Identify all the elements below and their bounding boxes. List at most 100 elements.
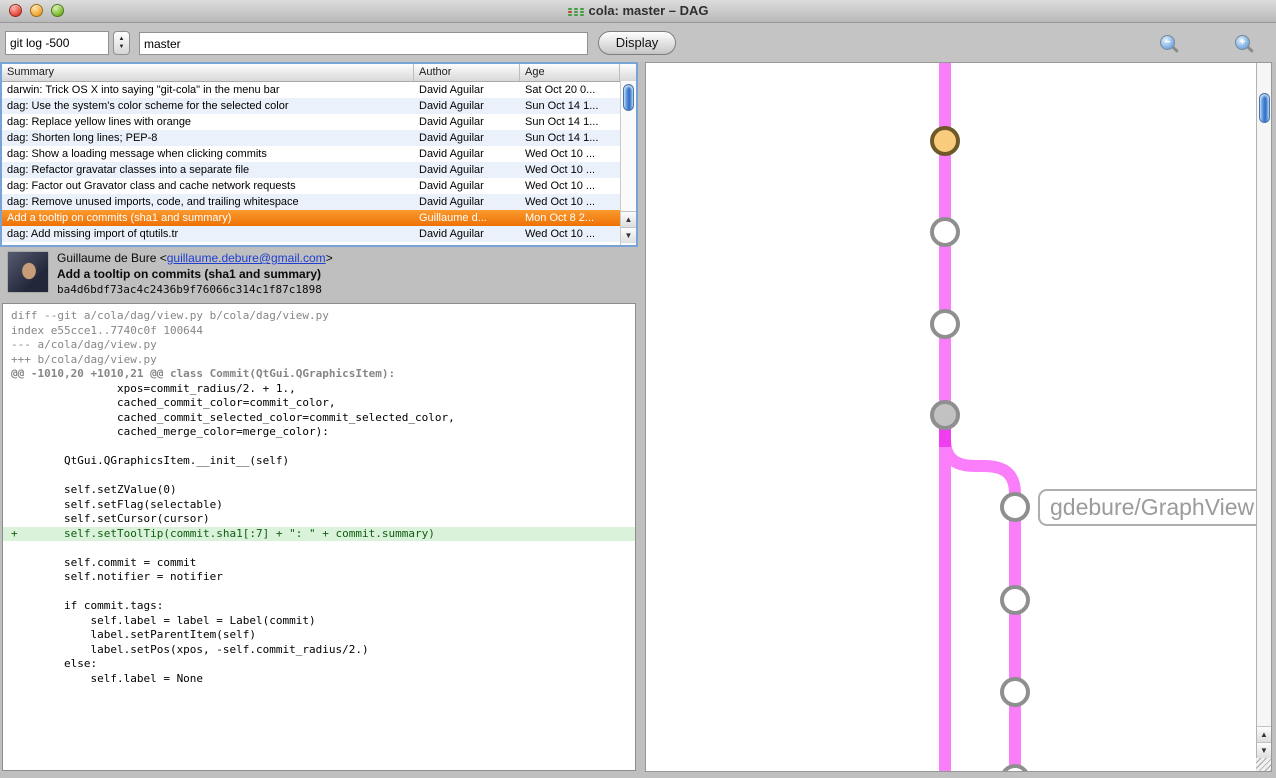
selected-commit-node[interactable] bbox=[932, 402, 958, 428]
table-scrollbar[interactable]: ▲ ▼ bbox=[620, 81, 636, 245]
cell-summary: dag: Factor out Gravator class and cache… bbox=[2, 180, 414, 192]
dag-graph-svg bbox=[646, 63, 1271, 771]
log-command-input[interactable] bbox=[5, 31, 109, 55]
cell-summary: dag: Remove unused imports, code, and tr… bbox=[2, 196, 414, 208]
git-cola-icon bbox=[568, 8, 584, 17]
scroll-down-icon[interactable]: ▼ bbox=[1257, 742, 1271, 758]
cell-age: Wed Oct 10 ... bbox=[520, 164, 624, 176]
diff-line-blank bbox=[11, 469, 627, 484]
scroll-down-icon[interactable]: ▼ bbox=[621, 227, 636, 243]
commit-subject: Add a tooltip on commits (sha1 and summa… bbox=[57, 266, 333, 282]
commit-node[interactable] bbox=[932, 311, 958, 337]
table-row[interactable]: dag: Show a loading message when clickin… bbox=[2, 146, 636, 162]
table-row[interactable]: dag: Add missing import of qtutils.trDav… bbox=[2, 226, 636, 242]
cell-summary: darwin: Trick OS X into saying "git-cola… bbox=[2, 84, 414, 96]
scroll-up-icon[interactable]: ▲ bbox=[1257, 726, 1271, 742]
cell-summary: Add a tooltip on commits (sha1 and summa… bbox=[2, 212, 414, 224]
cell-age: Wed Oct 10 ... bbox=[520, 196, 624, 208]
angle-close: > bbox=[326, 251, 333, 265]
table-row[interactable]: darwin: Trick OS X into saying "git-cola… bbox=[2, 82, 636, 98]
diff-line-hunk: @@ -1010,20 +1010,21 @@ class Commit(QtG… bbox=[11, 367, 627, 382]
cell-summary: dag: Add missing import of qtutils.tr bbox=[2, 228, 414, 240]
cell-age: Mon Oct 8 2... bbox=[520, 212, 624, 224]
commit-details-panel: Guillaume de Bure <guillaume.debure@gmai… bbox=[0, 249, 638, 302]
zoom-window-button[interactable] bbox=[51, 4, 64, 17]
ref-input[interactable] bbox=[139, 32, 588, 55]
cell-summary: dag: Shorten long lines; PEP-8 bbox=[2, 132, 414, 144]
graph-scrollbar[interactable]: ▲ ▼ bbox=[1256, 63, 1271, 771]
diff-line-context: if commit.tags: bbox=[11, 599, 627, 614]
stepper-up-icon[interactable]: ▲ bbox=[119, 35, 125, 43]
table-row[interactable]: dag: Refactor gravatar classes into a se… bbox=[2, 162, 636, 178]
commit-node[interactable] bbox=[1002, 494, 1028, 520]
window-title: cola: master – DAG bbox=[0, 0, 1276, 22]
commit-node[interactable] bbox=[932, 219, 958, 245]
table-row[interactable]: dag: Shorten long lines; PEP-8David Agui… bbox=[2, 130, 636, 146]
cell-age: Sun Oct 14 1... bbox=[520, 100, 624, 112]
dag-graph-canvas[interactable]: gdebure/GraphView ▲ ▼ bbox=[645, 62, 1272, 772]
current-commit-node[interactable] bbox=[932, 128, 958, 154]
column-header-summary[interactable]: Summary bbox=[2, 64, 414, 81]
commit-list[interactable]: Summary Author Age darwin: Trick OS X in… bbox=[0, 62, 638, 247]
commit-sha1: ba4d6bdf73ac4c2436b9f76066c314c1f87c1898 bbox=[57, 282, 333, 298]
diff-line-context: cached_merge_color=merge_color): bbox=[11, 425, 627, 440]
diff-viewer[interactable]: diff --git a/cola/dag/view.py b/cola/dag… bbox=[2, 303, 636, 771]
cell-summary: dag: Show a loading message when clickin… bbox=[2, 148, 414, 160]
author-name: Guillaume de Bure bbox=[57, 251, 156, 265]
app-window: { "window": { "title": "cola: master – D… bbox=[0, 0, 1276, 778]
scroll-up-icon[interactable]: ▲ bbox=[621, 211, 636, 227]
branch-ref-label[interactable]: gdebure/GraphView bbox=[1038, 489, 1272, 526]
commit-list-header: Summary Author Age bbox=[2, 64, 636, 82]
zoom-in-icon[interactable]: + bbox=[1235, 35, 1250, 50]
log-count-stepper[interactable]: ▲ ▼ bbox=[113, 31, 130, 55]
table-row[interactable]: Add a tooltip on commits (sha1 and summa… bbox=[2, 210, 636, 226]
window-title-text: cola: master – DAG bbox=[589, 3, 709, 18]
diff-line-header: --- a/cola/dag/view.py bbox=[11, 338, 627, 353]
table-scrollbar-thumb[interactable] bbox=[623, 84, 634, 111]
diff-line-context: QtGui.QGraphicsItem.__init__(self) bbox=[11, 454, 627, 469]
size-grip[interactable] bbox=[1256, 758, 1271, 771]
table-row[interactable]: dag: Factor out Gravator class and cache… bbox=[2, 178, 636, 194]
cell-author: David Aguilar bbox=[414, 148, 520, 160]
cell-author: David Aguilar bbox=[414, 100, 520, 112]
cell-author: David Aguilar bbox=[414, 116, 520, 128]
commit-node[interactable] bbox=[1002, 587, 1028, 613]
column-header-age[interactable]: Age bbox=[520, 64, 620, 81]
diff-line-header: index e55cce1..7740c0f 100644 bbox=[11, 324, 627, 339]
diff-line-blank bbox=[11, 585, 627, 600]
table-row[interactable]: dag: Use the system's color scheme for t… bbox=[2, 98, 636, 114]
table-row[interactable]: dag: Replace yellow lines with orangeDav… bbox=[2, 114, 636, 130]
commit-node[interactable] bbox=[1002, 766, 1028, 771]
diff-line-header: +++ b/cola/dag/view.py bbox=[11, 353, 627, 368]
stepper-down-icon[interactable]: ▼ bbox=[119, 43, 125, 51]
cell-summary: dag: Refactor gravatar classes into a se… bbox=[2, 164, 414, 176]
graph-scrollbar-thumb[interactable] bbox=[1259, 93, 1270, 123]
close-window-button[interactable] bbox=[9, 4, 22, 17]
cell-author: David Aguilar bbox=[414, 132, 520, 144]
title-bar: cola: master – DAG bbox=[0, 0, 1276, 23]
diff-line-blank bbox=[11, 440, 627, 455]
cell-summary: dag: Replace yellow lines with orange bbox=[2, 116, 414, 128]
column-header-stub bbox=[620, 64, 636, 81]
display-button[interactable]: Display bbox=[598, 31, 676, 55]
diff-line-context: label.setPos(xpos, -self.commit_radius/2… bbox=[11, 643, 627, 658]
cell-summary: dag: Use the system's color scheme for t… bbox=[2, 100, 414, 112]
minimize-window-button[interactable] bbox=[30, 4, 43, 17]
toolbar: ▲ ▼ Display − + bbox=[0, 23, 1276, 62]
diff-line-context: self.commit = commit bbox=[11, 556, 627, 571]
diff-line-context: cached_commit_color=commit_color, bbox=[11, 396, 627, 411]
angle-open: < bbox=[160, 251, 167, 265]
diff-line-blank bbox=[11, 541, 627, 556]
author-email-link[interactable]: guillaume.debure@gmail.com bbox=[167, 251, 326, 265]
minus-glyph: − bbox=[1161, 36, 1174, 49]
diff-line-context: self.label = label = Label(commit) bbox=[11, 614, 627, 629]
cell-author: Guillaume d... bbox=[414, 212, 520, 224]
cell-age: Sat Oct 20 0... bbox=[520, 84, 624, 96]
table-row[interactable]: dag: Remove unused imports, code, and tr… bbox=[2, 194, 636, 210]
cell-author: David Aguilar bbox=[414, 164, 520, 176]
cell-age: Wed Oct 10 ... bbox=[520, 148, 624, 160]
zoom-out-icon[interactable]: − bbox=[1160, 35, 1175, 50]
commit-node[interactable] bbox=[1002, 679, 1028, 705]
cell-age: Sun Oct 14 1... bbox=[520, 116, 624, 128]
column-header-author[interactable]: Author bbox=[414, 64, 520, 81]
